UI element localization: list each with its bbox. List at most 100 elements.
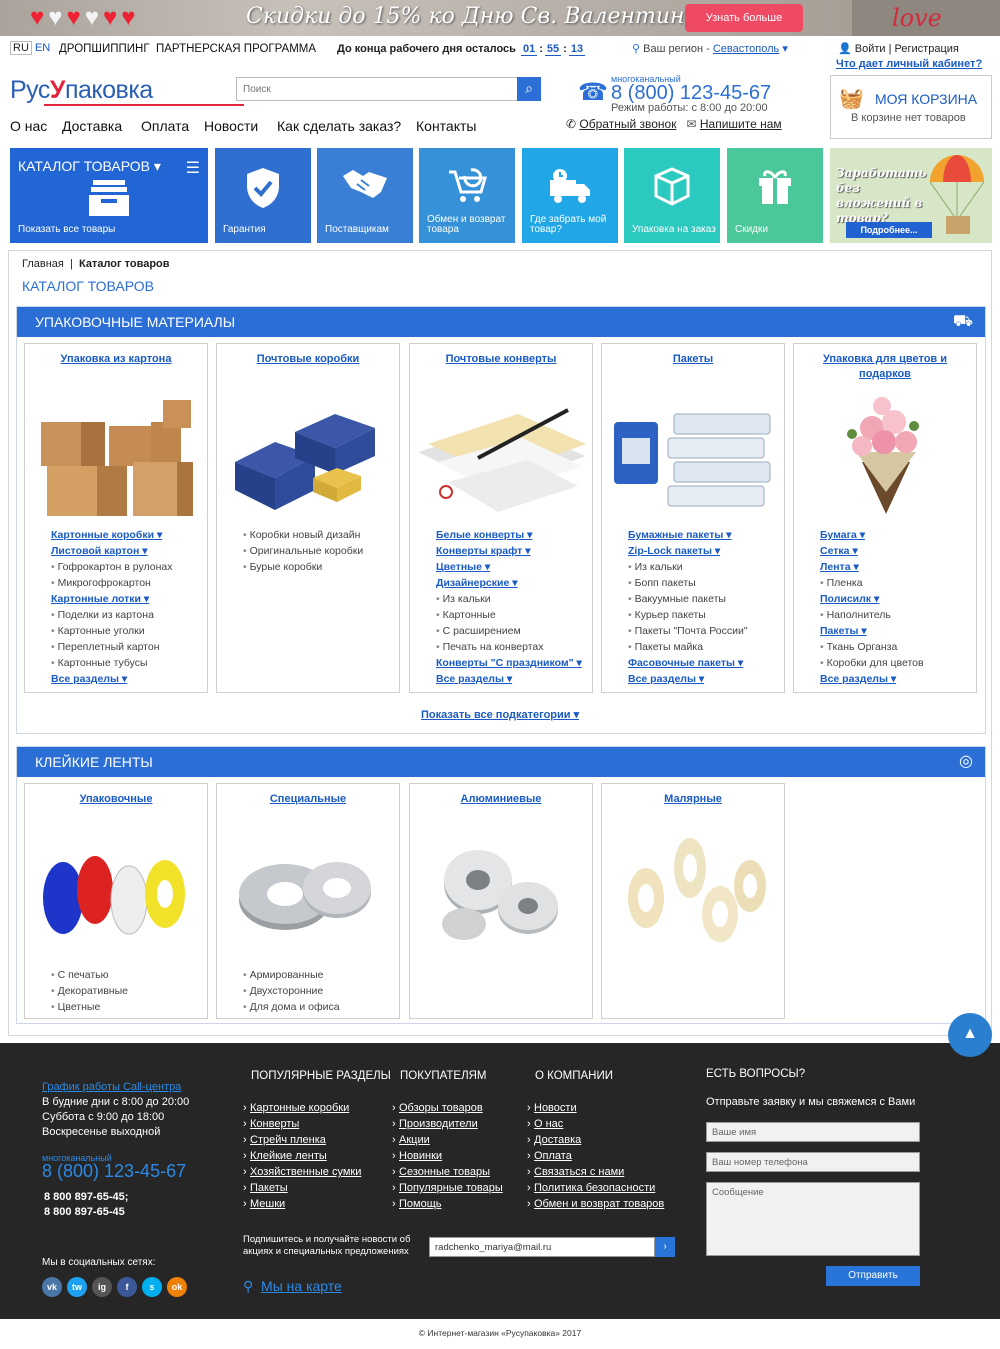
list-item[interactable]: Из кальки	[436, 591, 582, 607]
callback-link[interactable]: Обратный звонок	[579, 117, 676, 131]
facebook-icon[interactable]: f	[117, 1277, 137, 1297]
footer-link[interactable]: Новости	[527, 1100, 664, 1116]
footer-link[interactable]: Обмен и возврат товаров	[527, 1196, 664, 1212]
footer-link[interactable]: Картонные коробки	[243, 1100, 361, 1116]
list-item[interactable]: Оригинальные коробки	[243, 543, 364, 559]
vk-icon[interactable]: vk	[42, 1277, 62, 1297]
banner-more-button[interactable]: Узнать больше	[685, 4, 803, 32]
dropshipping-link[interactable]: ДРОПШИППИНГ	[59, 43, 150, 55]
list-item[interactable]: Все разделы ▾	[436, 671, 582, 687]
list-item[interactable]: Полисилк ▾	[820, 591, 924, 607]
footer-link[interactable]: Сезонные товары	[392, 1164, 503, 1180]
footer-link[interactable]: Клейкие ленты	[243, 1148, 361, 1164]
footer-link[interactable]: Оплата	[527, 1148, 664, 1164]
region-selector[interactable]: ⚲ Ваш регион - Севастополь ▾	[632, 42, 788, 55]
earn-promo[interactable]: Заработать без вложений в товар? Подробн…	[830, 148, 992, 243]
nav-contacts[interactable]: Контакты	[416, 118, 476, 134]
list-item[interactable]: Печать на конвертах	[436, 639, 582, 655]
list-item[interactable]: Фасовочные пакеты ▾	[628, 655, 748, 671]
footer-phone-3[interactable]: 8 800 897-65-45	[44, 1206, 125, 1218]
list-item[interactable]: Двухсторонние	[243, 983, 340, 999]
list-item[interactable]: Картонные уголки	[51, 623, 172, 639]
footer-link[interactable]: Конверты	[243, 1116, 361, 1132]
footer-link[interactable]: Доставка	[527, 1132, 664, 1148]
list-item[interactable]: Бумага ▾	[820, 527, 924, 543]
list-item[interactable]: Картонные тубусы	[51, 655, 172, 671]
list-item[interactable]: Картонные коробки ▾	[51, 527, 172, 543]
map-link[interactable]: ⚲ Мы на карте	[243, 1278, 342, 1295]
list-item[interactable]: Все разделы ▾	[51, 671, 172, 687]
footer-link[interactable]: Популярные товары	[392, 1180, 503, 1196]
list-item[interactable]: Конверты крафт ▾	[436, 543, 582, 559]
footer-link[interactable]: О нас	[527, 1116, 664, 1132]
cabinet-info-link[interactable]: Что дает личный кабинет?	[836, 58, 982, 70]
list-item[interactable]: Бурые коробки	[243, 559, 363, 575]
footer-link[interactable]: Помощь	[392, 1196, 503, 1212]
footer-link[interactable]: Мешки	[243, 1196, 361, 1212]
list-item[interactable]: Пакеты ▾	[820, 623, 924, 639]
tile-guarantee[interactable]: Гарантия	[215, 148, 311, 243]
list-item[interactable]: Пленка	[820, 575, 924, 591]
footer-link[interactable]: Пакеты	[243, 1180, 361, 1196]
nav-news[interactable]: Новости	[204, 118, 258, 134]
search-input[interactable]	[237, 78, 517, 100]
name-field[interactable]: Ваше имя	[706, 1122, 920, 1142]
list-item[interactable]: Листовой картон ▾	[51, 543, 172, 559]
skype-icon[interactable]: s	[142, 1277, 162, 1297]
send-button[interactable]: Отправить	[826, 1266, 920, 1286]
footer-main-phone[interactable]: 8 (800) 123-45-67	[42, 1161, 186, 1182]
tile-custom-packaging[interactable]: Упаковка на заказ	[624, 148, 720, 243]
category-card[interactable]: Специальные АрмированныеДвухсторонниеДля…	[216, 783, 400, 1019]
callcenter-schedule-link[interactable]: График работы Call-центра	[42, 1081, 181, 1093]
list-item[interactable]: Zip-Lock пакеты ▾	[628, 543, 748, 559]
list-item[interactable]: Декоративные	[51, 983, 128, 999]
cart-widget[interactable]: 🧺 МОЯ КОРЗИНА В корзине нет товаров	[830, 75, 992, 139]
list-item[interactable]: С печатью	[51, 967, 128, 983]
site-logo[interactable]: РусУпаковка	[10, 76, 244, 106]
list-item[interactable]: Поделки из картона	[51, 607, 172, 623]
subscribe-arrow-icon[interactable]: ›	[655, 1237, 675, 1257]
nav-how-to-order[interactable]: Как сделать заказ?	[277, 118, 401, 134]
list-item[interactable]: Белые конверты ▾	[436, 527, 582, 543]
promo-banner[interactable]: ♥♥♥♥♥♥ Скидки до 15% ко Дню Св. Валентин…	[0, 0, 1000, 36]
category-card[interactable]: Почтовые конверты Белые конверты ▾ Конвер…	[409, 343, 593, 693]
twitter-icon[interactable]: tw	[67, 1277, 87, 1297]
promo-more-button[interactable]: Подробнее...	[846, 222, 932, 238]
list-item[interactable]: Коробки новый дизайн	[243, 527, 363, 543]
lang-en[interactable]: EN	[35, 42, 50, 54]
tile-pickup[interactable]: Где забрать мой товар?	[522, 148, 618, 243]
tile-discounts[interactable]: Скидки	[727, 148, 823, 243]
nav-payment[interactable]: Оплата	[141, 118, 189, 134]
list-item[interactable]: Коробки для цветов	[820, 655, 924, 671]
list-item[interactable]: Армированные	[243, 967, 340, 983]
list-item[interactable]: Бопп пакеты	[628, 575, 748, 591]
login-link[interactable]: Войти	[855, 43, 886, 55]
category-card[interactable]: Алюминиевые	[409, 783, 593, 1019]
category-card[interactable]: Упаковка из картона Картонные коробки ▾ Л…	[24, 343, 208, 693]
category-card[interactable]: Малярные	[601, 783, 785, 1019]
list-item[interactable]: Для дома и офиса	[243, 999, 340, 1015]
list-item[interactable]: Вакуумные пакеты	[628, 591, 748, 607]
list-item[interactable]: Сетка ▾	[820, 543, 924, 559]
list-item[interactable]: Цветные	[51, 999, 128, 1015]
list-item[interactable]: Пакеты майка	[628, 639, 748, 655]
partner-program-link[interactable]: ПАРТНЕРСКАЯ ПРОГРАММА	[156, 43, 316, 55]
footer-link[interactable]: Стрейч пленка	[243, 1132, 361, 1148]
search-icon[interactable]: ⌕	[517, 77, 541, 101]
list-item[interactable]: Пакеты "Почта России"	[628, 623, 748, 639]
list-item[interactable]: Микрогофрокартон	[51, 575, 172, 591]
footer-link[interactable]: Политика безопасности	[527, 1180, 664, 1196]
scroll-top-icon[interactable]: ▲	[948, 1013, 992, 1057]
tile-exchange[interactable]: Обмен и возврат товара	[419, 148, 515, 243]
footer-link[interactable]: Обзоры товаров	[392, 1100, 503, 1116]
list-item[interactable]: Ткань Органза	[820, 639, 924, 655]
footer-phone-2[interactable]: 8 800 897-65-45;	[44, 1191, 128, 1203]
list-item[interactable]: Гофрокартон в рулонах	[51, 559, 173, 575]
write-us-link[interactable]: Напишите нам	[700, 117, 782, 131]
catalog-tile[interactable]: КАТАЛОГ ТОВАРОВ ▾ ☰ Показать все товары	[10, 148, 208, 243]
list-item[interactable]: Бумажные пакеты ▾	[628, 527, 748, 543]
list-item[interactable]: Курьер пакеты	[628, 607, 748, 623]
subscribe-email-input[interactable]: radchenko_mariya@mail.ru	[429, 1237, 655, 1257]
nav-delivery[interactable]: Доставка	[62, 118, 122, 134]
footer-link[interactable]: Связаться с нами	[527, 1164, 664, 1180]
